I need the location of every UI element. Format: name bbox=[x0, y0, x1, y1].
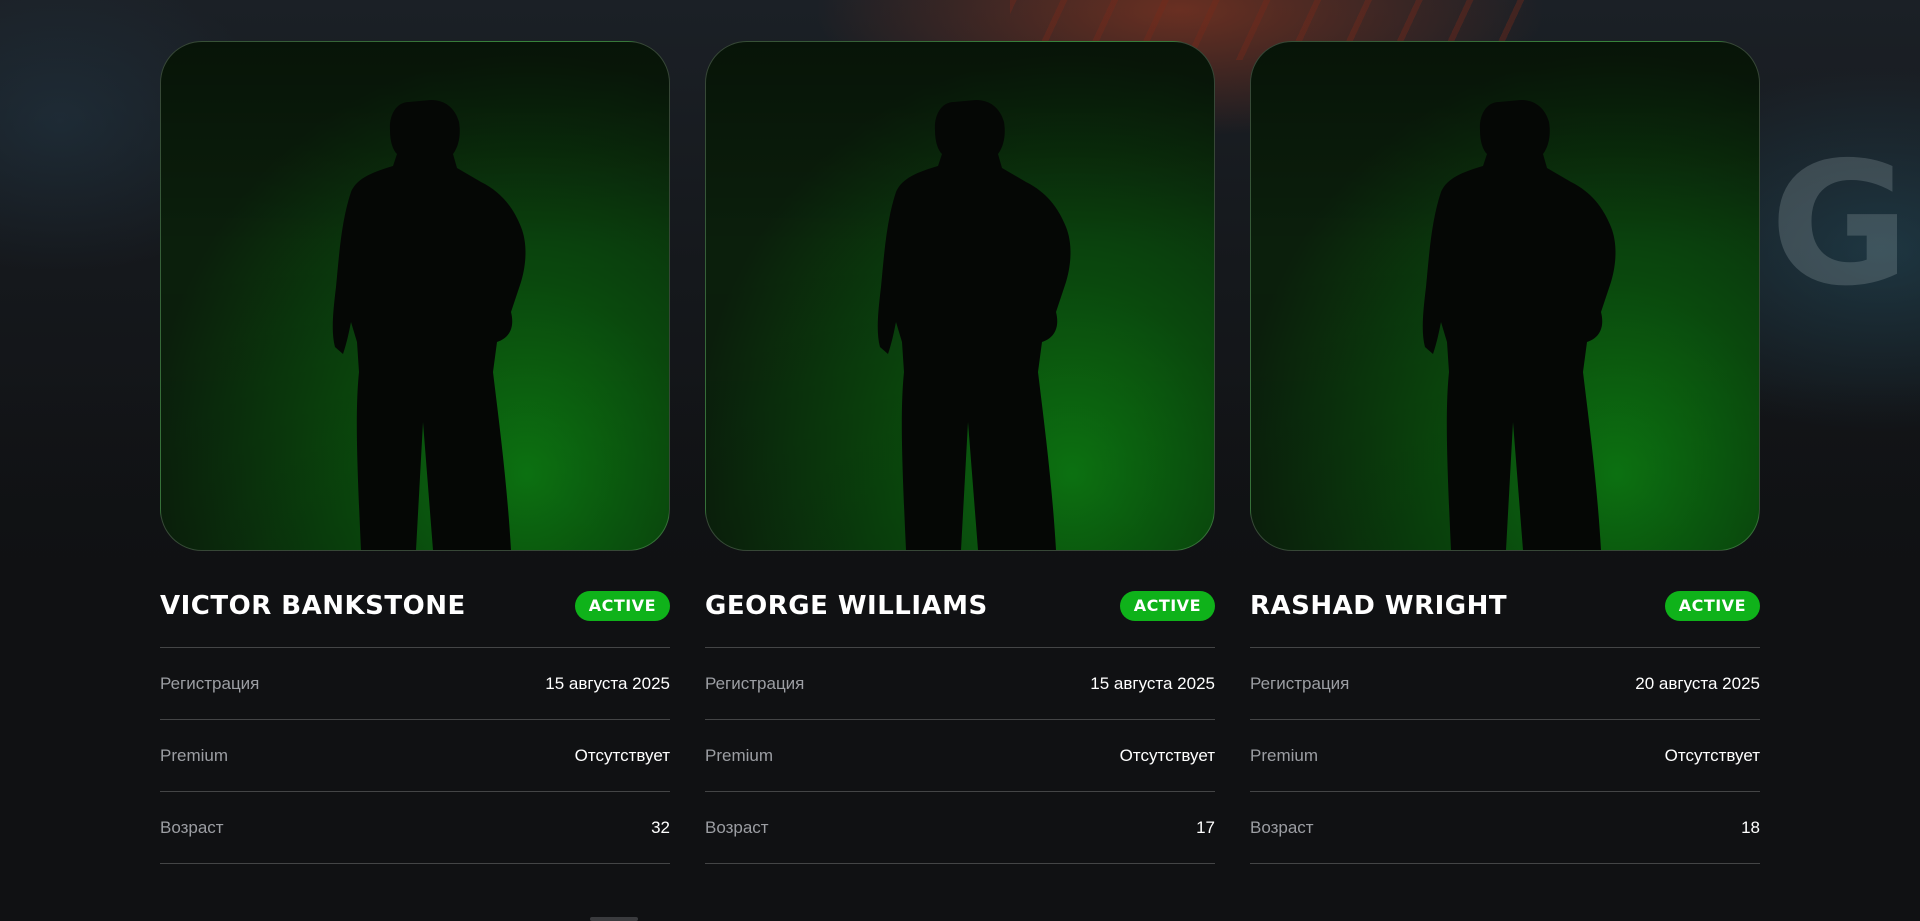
player-name: GEORGE WILLIAMS bbox=[705, 591, 988, 621]
player-card[interactable]: RASHAD WRIGHT ACTIVE Регистрация 20 авгу… bbox=[1250, 41, 1760, 864]
info-value: 15 августа 2025 bbox=[545, 673, 670, 693]
player-avatar bbox=[160, 41, 670, 551]
info-row-registration: Регистрация 15 августа 2025 bbox=[705, 648, 1215, 720]
info-row-registration: Регистрация 20 августа 2025 bbox=[1250, 648, 1760, 720]
player-card[interactable]: VICTOR BANKSTONE ACTIVE Регистрация 15 а… bbox=[160, 41, 670, 864]
info-value: 17 bbox=[1196, 817, 1215, 837]
player-header: GEORGE WILLIAMS ACTIVE bbox=[705, 586, 1215, 648]
info-row-age: Возраст 18 bbox=[1250, 792, 1760, 864]
player-silhouette-icon bbox=[1422, 100, 1616, 550]
scroll-indicator[interactable] bbox=[590, 917, 638, 921]
info-label: Premium bbox=[705, 745, 774, 765]
info-label: Возраст bbox=[160, 817, 224, 837]
status-badge: ACTIVE bbox=[1119, 591, 1215, 621]
player-card[interactable]: GEORGE WILLIAMS ACTIVE Регистрация 15 ав… bbox=[705, 41, 1215, 864]
info-label: Возраст bbox=[705, 817, 769, 837]
info-value: 20 августа 2025 bbox=[1635, 673, 1760, 693]
player-avatar bbox=[1250, 41, 1760, 551]
info-label: Premium bbox=[160, 745, 229, 765]
player-name: VICTOR BANKSTONE bbox=[160, 591, 466, 621]
info-row-premium: Premium Отсутствует bbox=[1250, 720, 1760, 792]
info-label: Регистрация bbox=[1250, 673, 1350, 693]
player-silhouette-icon bbox=[332, 100, 526, 550]
player-avatar bbox=[705, 41, 1215, 551]
info-value: Отсутствует bbox=[1664, 745, 1760, 765]
player-silhouette-icon bbox=[877, 100, 1071, 550]
status-badge: ACTIVE bbox=[1664, 591, 1760, 621]
info-row-age: Возраст 32 bbox=[160, 792, 670, 864]
info-value: 18 bbox=[1741, 817, 1760, 837]
info-label: Premium bbox=[1250, 745, 1319, 765]
info-value: Отсутствует bbox=[1119, 745, 1215, 765]
info-value: 32 bbox=[651, 817, 670, 837]
info-row-registration: Регистрация 15 августа 2025 bbox=[160, 648, 670, 720]
info-label: Возраст bbox=[1250, 817, 1314, 837]
status-badge: ACTIVE bbox=[574, 591, 670, 621]
info-value: Отсутствует bbox=[574, 745, 670, 765]
page-background: G VICTOR BANKSTONE ACTIVE Регистрация 15… bbox=[0, 0, 1920, 921]
player-header: RASHAD WRIGHT ACTIVE bbox=[1250, 586, 1760, 648]
info-row-premium: Premium Отсутствует bbox=[160, 720, 670, 792]
info-label: Регистрация bbox=[705, 673, 805, 693]
player-header: VICTOR BANKSTONE ACTIVE bbox=[160, 586, 670, 648]
info-row-premium: Premium Отсутствует bbox=[705, 720, 1215, 792]
info-row-age: Возраст 17 bbox=[705, 792, 1215, 864]
info-label: Регистрация bbox=[160, 673, 260, 693]
background-letter: G bbox=[1770, 126, 1910, 324]
player-cards: VICTOR BANKSTONE ACTIVE Регистрация 15 а… bbox=[160, 41, 1761, 864]
info-value: 15 августа 2025 bbox=[1090, 673, 1215, 693]
player-name: RASHAD WRIGHT bbox=[1250, 591, 1508, 621]
